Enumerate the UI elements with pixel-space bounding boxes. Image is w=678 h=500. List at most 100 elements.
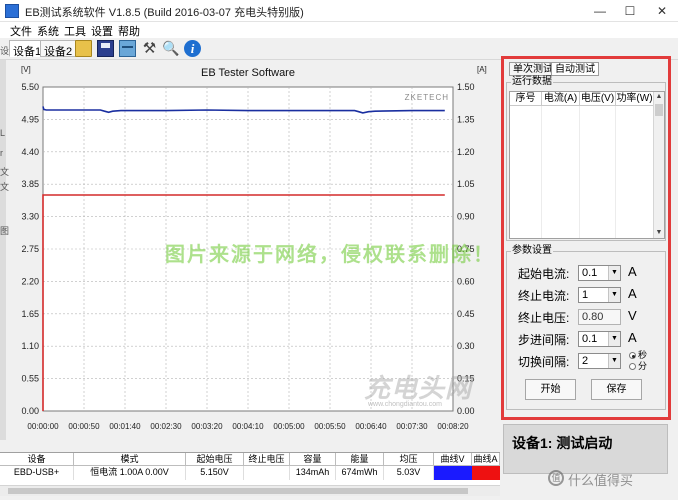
step-interval-unit: A [628,330,637,345]
end-current-select[interactable]: 1 ▼ [578,287,621,303]
tab-single-test[interactable]: 单次测试 [509,62,557,76]
run-data-group: 运行数据 序号 电流(A) 电压(V) 功率(W) ▲ ▼ [506,76,666,241]
chevron-down-icon[interactable]: ▼ [608,266,620,280]
table-cell-avg-voltage: 5.03V [384,466,434,480]
run-table-scrollbar[interactable]: ▲ ▼ [653,92,664,238]
menu-file[interactable]: 文件 [10,23,32,39]
table-header-curve-a[interactable]: 曲线A [472,453,500,466]
column-header-index[interactable]: 序号 [510,92,542,106]
table-header-avg-voltage[interactable]: 均压 [384,453,434,466]
radio-unchecked-icon[interactable] [629,363,636,371]
source-notice-watermark: 图片来源于网络，侵权联系删除！ [165,244,495,266]
device-tab-2[interactable]: 设备2 [40,40,77,58]
end-current-unit: A [628,286,637,301]
x-tick-label: 00:03:20 [191,422,223,431]
table-horizontal-scrollbar[interactable] [0,485,500,496]
y-left-tick-label: 2.75 [21,244,39,254]
menu-settings[interactable]: 设置 [91,23,113,39]
y-right-tick-label: 1.05 [457,179,475,189]
column-divider [579,106,580,238]
y-left-tick-label: 3.85 [21,179,39,189]
x-tick-label: 00:04:10 [232,422,264,431]
chart-image-icon[interactable] [119,40,136,57]
table-header-curve-v[interactable]: 曲线V [434,453,472,466]
info-icon[interactable]: i [184,40,201,57]
y-left-tick-label: 5.50 [21,82,39,92]
table-cell-capacity: 134mAh [290,466,336,480]
minimize-button[interactable]: — [584,0,616,22]
x-tick-label: 00:06:40 [355,422,387,431]
tools-icon[interactable]: ⚒ [141,40,158,57]
curve-v-color-swatch[interactable] [434,466,472,480]
end-voltage-input[interactable]: 0.80 [578,309,621,325]
chevron-down-icon[interactable]: ▼ [608,354,620,368]
parameter-title: 参数设置 [511,245,553,257]
scroll-thumb[interactable] [8,488,468,494]
y-right-tick-label: 0.90 [457,212,475,222]
save-button[interactable]: 保存 [591,379,642,400]
chevron-down-icon[interactable]: ▼ [608,332,620,346]
end-current-label: 终止电流: [518,289,570,303]
status-text: 设备1: 测试启动 [512,435,613,451]
start-current-label: 起始电流: [518,267,570,281]
column-header-power[interactable]: 功率(W) [616,92,654,106]
column-divider [541,106,542,238]
column-divider [615,106,616,238]
run-data-title: 运行数据 [511,76,553,88]
x-tick-label: 00:07:30 [396,422,428,431]
x-tick-label: 00:05:00 [273,422,305,431]
site-url-watermark: www.chongdiantou.com [368,401,442,408]
table-header-device[interactable]: 设备 [0,453,74,466]
window-title: EB测试系统软件 V1.8.5 (Build 2016-03-07 充电头特别版… [25,7,304,19]
y-right-tick-label: 0.45 [457,309,475,319]
table-header-energy[interactable]: 能量 [336,453,384,466]
scroll-thumb[interactable] [655,104,663,116]
x-tick-label: 00:00:00 [27,422,59,431]
table-header-start-voltage[interactable]: 起始电压 [186,453,244,466]
start-button[interactable]: 开始 [525,379,576,400]
y-right-tick-label: 1.35 [457,114,475,124]
corner-watermark: 什么值得买 [568,473,634,488]
y-left-tick-label: 2.20 [21,276,39,286]
open-folder-icon[interactable] [75,40,92,57]
column-header-voltage[interactable]: 电压(V) [580,92,616,106]
tab-auto-test[interactable]: 自动测试 [551,62,599,76]
y-left-tick-label: 3.30 [21,212,39,222]
table-header-end-voltage[interactable]: 终止电压 [244,453,290,466]
zoom-icon[interactable]: 🔍 [162,40,179,57]
column-header-current[interactable]: 电流(A) [542,92,580,106]
start-current-select[interactable]: 0.1 ▼ [578,265,621,281]
table-cell-mode: 恒电流 1.00A 0.00V [74,466,186,480]
menu-tools[interactable]: 工具 [64,23,86,39]
edge-glyph: 设 [0,46,10,56]
unit-minutes-radio[interactable]: 分 [629,359,647,372]
y-right-unit-label: [A] [477,65,487,74]
start-current-unit: A [628,264,637,279]
switch-interval-select[interactable]: 2 ▼ [578,353,621,369]
table-cell-energy: 674mWh [336,466,384,480]
maximize-button[interactable]: ☐ [614,0,646,22]
y-left-tick-label: 4.95 [21,114,39,124]
table-header-mode[interactable]: 模式 [74,453,186,466]
y-left-unit-label: [V] [21,65,31,74]
close-button[interactable]: ✕ [646,0,678,22]
scroll-down-icon[interactable]: ▼ [654,228,664,238]
x-tick-label: 00:01:40 [109,422,141,431]
save-icon[interactable] [97,40,114,57]
status-panel: 设备1: 测试启动 [503,424,668,474]
menu-help[interactable]: 帮助 [118,23,140,39]
menu-bar: 文件 系统 工具 设置 帮助 [0,22,678,38]
y-right-tick-label: 1.20 [457,147,475,157]
app-icon [5,4,19,18]
table-header-capacity[interactable]: 容量 [290,453,336,466]
y-left-tick-label: 1.65 [21,309,39,319]
scroll-up-icon[interactable]: ▲ [654,92,664,102]
site-badge-icon: 值 [548,470,564,486]
menu-system[interactable]: 系统 [37,23,59,39]
edge-glyph: r [0,148,3,158]
step-interval-select[interactable]: 0.1 ▼ [578,331,621,347]
chevron-down-icon[interactable]: ▼ [608,288,620,302]
table-cell-end-voltage [244,466,290,480]
curve-a-color-swatch[interactable] [472,466,500,480]
x-tick-label: 00:08:20 [437,422,469,431]
